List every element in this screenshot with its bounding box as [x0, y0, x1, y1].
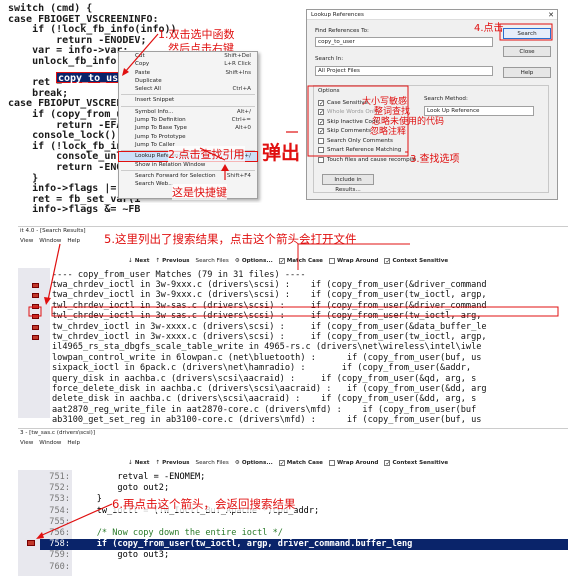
annotation-arrows-bottom — [36, 503, 113, 539]
